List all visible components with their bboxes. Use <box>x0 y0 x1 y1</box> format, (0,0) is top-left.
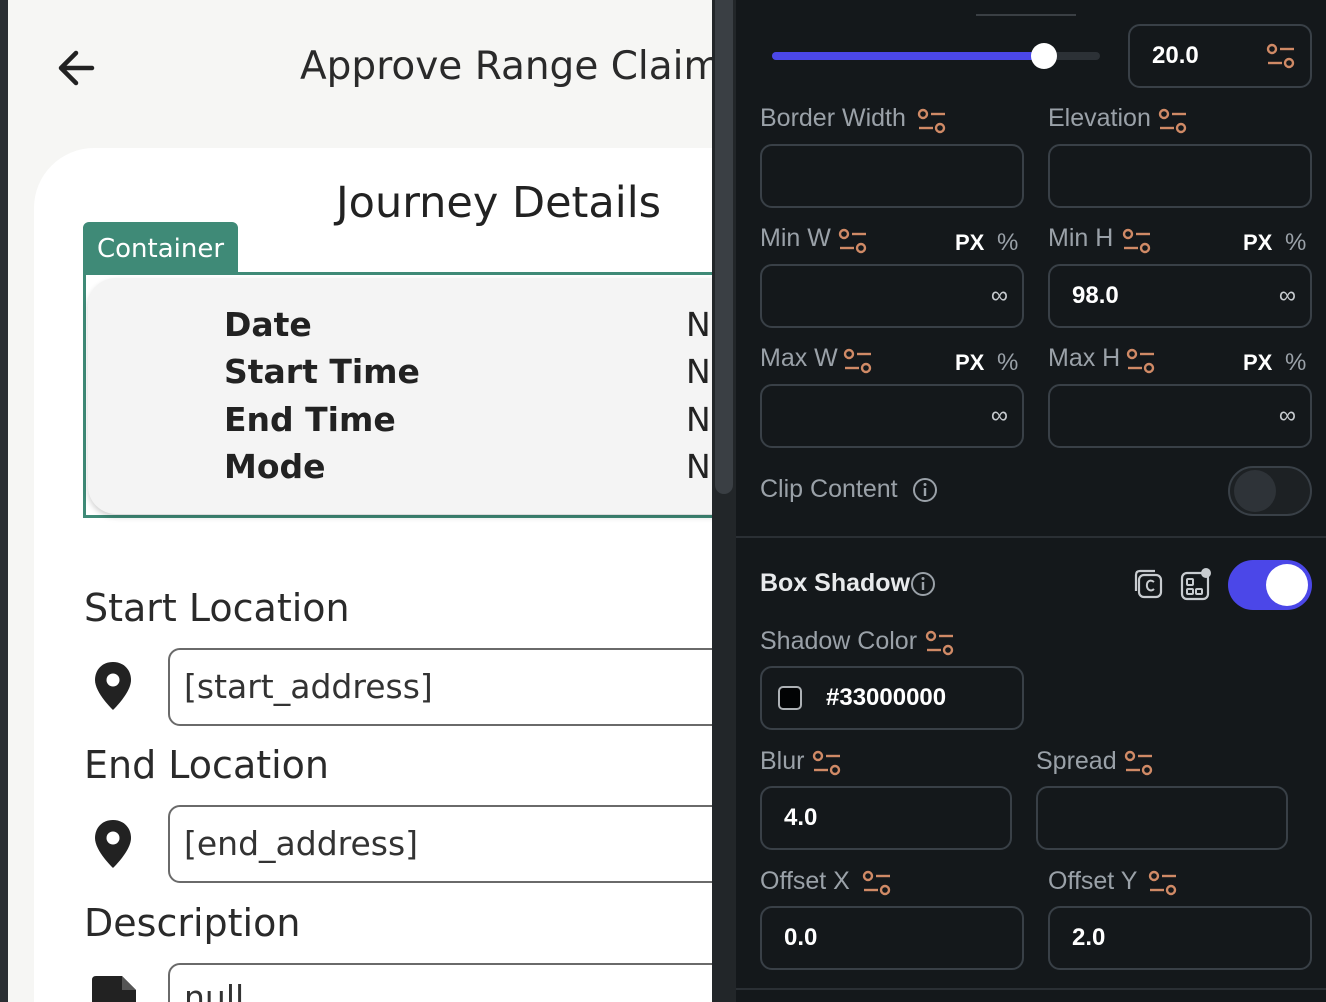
border-width-label: Border Width <box>760 104 906 132</box>
detail-label-date: Date <box>224 305 312 344</box>
max-w-unit-percent[interactable]: % <box>997 349 1018 377</box>
shadow-color-swatch[interactable] <box>778 686 802 710</box>
tune-icon[interactable] <box>838 228 868 254</box>
box-shadow-toggle[interactable] <box>1228 560 1312 610</box>
shadow-color-label: Shadow Color <box>760 627 918 655</box>
detail-label-end-time: End Time <box>224 400 396 439</box>
offset-y-label: Offset Y <box>1048 867 1138 895</box>
max-w-label: Max W <box>760 344 838 372</box>
min-w-unit-percent[interactable]: % <box>997 229 1018 257</box>
end-address-field[interactable]: [end_address] <box>168 805 712 883</box>
tune-icon[interactable] <box>1158 108 1188 134</box>
arrow-left-icon[interactable] <box>52 44 100 92</box>
tune-icon[interactable] <box>917 108 947 134</box>
tune-icon[interactable] <box>1124 750 1154 776</box>
preview-scrollbar-thumb[interactable] <box>715 0 733 494</box>
description-field[interactable]: null <box>168 963 712 1002</box>
max-w-input[interactable]: ∞ <box>760 384 1024 448</box>
max-h-input[interactable]: ∞ <box>1048 384 1312 448</box>
blur-input[interactable]: 4.0 <box>760 786 1012 850</box>
detail-label-start-time: Start Time <box>224 352 420 391</box>
card-title: Journey Details <box>336 178 662 228</box>
min-h-unit-px[interactable]: PX <box>1243 230 1272 256</box>
border-width-input[interactable] <box>760 144 1024 208</box>
toggle-knob <box>1266 564 1308 606</box>
clip-content-label: Clip Content <box>760 475 898 503</box>
min-h-value: 98.0 <box>1072 282 1119 309</box>
info-icon[interactable] <box>910 571 936 597</box>
tune-icon[interactable] <box>812 750 842 776</box>
min-w-label: Min W <box>760 224 831 252</box>
elevation-input[interactable] <box>1048 144 1312 208</box>
detail-value-mode: N <box>686 447 711 486</box>
app-title: Approve Range Claim <box>300 44 712 89</box>
clip-content-toggle[interactable] <box>1228 466 1312 516</box>
map-pin-icon <box>95 662 131 710</box>
style-presets-icon[interactable] <box>1179 567 1213 601</box>
slider-value: 20.0 <box>1152 42 1199 69</box>
map-pin-icon <box>95 820 131 868</box>
detail-label-mode: Mode <box>224 447 326 486</box>
min-h-input[interactable]: 98.0 ∞ <box>1048 264 1312 328</box>
end-location-label: End Location <box>84 743 330 787</box>
top-divider <box>976 14 1076 16</box>
detail-value-end-time: N <box>686 400 711 439</box>
blur-label: Blur <box>760 747 805 775</box>
max-h-label: Max H <box>1048 344 1121 372</box>
file-icon <box>92 976 136 1002</box>
spread-input[interactable] <box>1036 786 1288 850</box>
offset-x-label: Offset X <box>760 867 850 895</box>
min-h-infinity[interactable]: ∞ <box>1279 266 1296 326</box>
min-w-input[interactable]: ∞ <box>760 264 1024 328</box>
min-h-label: Min H <box>1048 224 1114 252</box>
min-h-unit-percent[interactable]: % <box>1285 229 1306 257</box>
max-w-unit-px[interactable]: PX <box>955 350 984 376</box>
tune-icon[interactable] <box>925 630 955 656</box>
offset-x-input[interactable]: 0.0 <box>760 906 1024 970</box>
description-label: Description <box>84 901 301 945</box>
elevation-label: Elevation <box>1048 104 1151 132</box>
slider-fill <box>772 52 1045 60</box>
min-w-unit-px[interactable]: PX <box>955 230 984 256</box>
offset-y-input[interactable]: 2.0 <box>1048 906 1312 970</box>
max-h-infinity[interactable]: ∞ <box>1279 386 1296 446</box>
max-h-unit-percent[interactable]: % <box>1285 349 1306 377</box>
spread-label: Spread <box>1036 747 1117 775</box>
max-h-unit-px[interactable]: PX <box>1243 350 1272 376</box>
tune-icon[interactable] <box>1148 870 1178 896</box>
start-location-label: Start Location <box>84 586 350 630</box>
info-icon[interactable] <box>912 477 938 503</box>
canvas-edge <box>0 0 8 1002</box>
copy-style-icon[interactable] <box>1131 567 1165 601</box>
detail-value-date: N <box>686 305 711 344</box>
box-shadow-label: Box Shadow <box>760 569 911 597</box>
tune-icon[interactable] <box>1126 348 1156 374</box>
container-tag[interactable]: Container <box>83 222 239 274</box>
min-w-infinity[interactable]: ∞ <box>991 266 1008 326</box>
tune-icon[interactable] <box>1122 228 1152 254</box>
canvas-preview: Approve Range Claim Journey Details Cont… <box>0 0 712 1002</box>
toggle-knob <box>1234 470 1276 512</box>
section-divider <box>736 536 1326 538</box>
max-w-infinity[interactable]: ∞ <box>991 386 1008 446</box>
tune-icon[interactable] <box>1266 43 1296 69</box>
journey-details-box[interactable] <box>88 278 712 514</box>
detail-value-start-time: N <box>686 352 711 391</box>
tune-icon[interactable] <box>862 870 892 896</box>
section-divider <box>736 988 1326 990</box>
tune-icon[interactable] <box>843 348 873 374</box>
start-address-field[interactable]: [start_address] <box>168 648 712 726</box>
border-radius-slider[interactable] <box>772 43 1100 69</box>
